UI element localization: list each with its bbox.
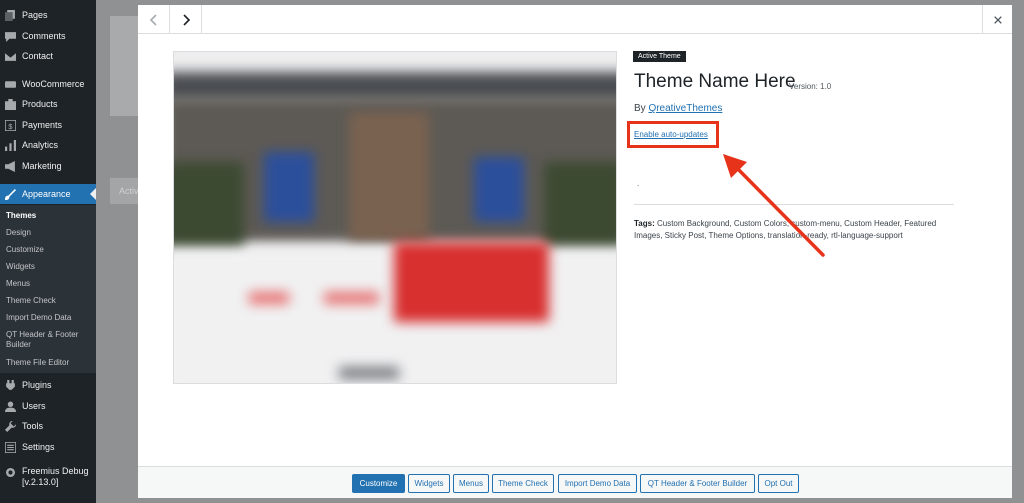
sidebar-item-woocommerce[interactable]: WooCommerce [0, 75, 96, 93]
woocommerce-icon [5, 79, 16, 90]
sidebar-item-label: Freemius Debug [v.2.13.0] [22, 466, 89, 487]
sidebar-item-comments[interactable]: Comments [0, 27, 96, 45]
previous-theme-button[interactable] [138, 5, 170, 34]
modal-header [138, 5, 1012, 34]
settings-icon [5, 441, 16, 453]
submenu-item-theme-check[interactable]: Theme Check [6, 296, 94, 306]
sidebar-item-freemius-debug[interactable]: Freemius Debug [v.2.13.0] [0, 466, 96, 492]
background-theme-card [110, 16, 138, 116]
sidebar-item-users[interactable]: Users [0, 397, 96, 415]
sidebar-item-payments[interactable]: $ Payments [0, 116, 96, 134]
author-link[interactable]: QreativeThemes [648, 103, 722, 114]
sidebar-item-plugins[interactable]: Plugins [0, 376, 96, 394]
admin-sidebar: Pages Comments Contact WooCommerce Produ… [0, 0, 96, 503]
sidebar-item-label: WooCommerce [22, 79, 85, 89]
sidebar-item-pages[interactable]: Pages [0, 6, 96, 24]
close-modal-button[interactable] [982, 5, 1012, 34]
appearance-submenu: Themes Design Customize Widgets Menus Th… [0, 205, 96, 373]
qt-header-footer-builder-button[interactable]: QT Header & Footer Builder [640, 474, 755, 493]
analytics-icon [5, 139, 16, 151]
sidebar-item-settings[interactable]: Settings [0, 438, 96, 456]
svg-text:$: $ [8, 121, 13, 130]
payments-icon: $ [5, 119, 16, 131]
customize-button[interactable]: Customize [352, 474, 405, 493]
sidebar-item-label: Plugins [22, 380, 52, 390]
modal-footer: Customize Widgets Menus Theme Check Impo… [138, 466, 1012, 498]
import-demo-data-button[interactable]: Import Demo Data [558, 474, 637, 493]
submenu-item-import-demo[interactable]: Import Demo Data [6, 313, 94, 323]
chevron-right-icon [182, 13, 190, 26]
theme-description: . [637, 179, 640, 188]
tools-icon [5, 420, 16, 432]
annotation-arrow-icon [723, 154, 825, 257]
theme-version: Version: 1.0 [789, 82, 832, 91]
theme-name-heading: Theme Name Here [634, 71, 796, 92]
sidebar-item-contact[interactable]: Contact [0, 47, 96, 65]
highlight-annotation-box [627, 121, 719, 148]
submenu-item-qt-builder[interactable]: QT Header & Footer Builder [6, 330, 94, 350]
gear-icon [5, 467, 16, 478]
sidebar-item-label: Comments [22, 31, 66, 41]
submenu-item-design[interactable]: Design [6, 228, 94, 238]
author-prefix: By [634, 103, 646, 114]
sidebar-item-label: Pages [22, 10, 48, 20]
chevron-left-icon [149, 13, 157, 26]
sidebar-item-marketing[interactable]: Marketing [0, 157, 96, 175]
sidebar-item-label: Analytics [22, 140, 59, 150]
plugin-icon [5, 379, 16, 391]
close-icon [993, 15, 1002, 24]
users-icon [5, 401, 16, 412]
theme-check-button[interactable]: Theme Check [492, 474, 554, 493]
background-active-label: Activ [119, 186, 139, 196]
submenu-item-widgets[interactable]: Widgets [6, 262, 94, 272]
theme-author: By QreativeThemes [634, 103, 722, 114]
comments-icon [5, 31, 16, 42]
widgets-button[interactable]: Widgets [408, 474, 450, 493]
submenu-item-themes[interactable]: Themes [6, 211, 94, 221]
opt-out-button[interactable]: Opt Out [758, 474, 799, 493]
sidebar-item-label: Users [22, 401, 46, 411]
sidebar-item-label: Tools [22, 421, 44, 431]
sidebar-item-label: Payments [22, 120, 63, 130]
theme-details-modal: Active Theme Theme Name Here Version: 1.… [138, 5, 1012, 498]
theme-screenshot [173, 51, 617, 384]
mail-icon [5, 51, 16, 62]
sidebar-item-label: Appearance [22, 189, 71, 199]
pages-icon [5, 9, 16, 21]
sidebar-item-label: Products [22, 99, 58, 109]
menus-button[interactable]: Menus [453, 474, 489, 493]
tags-label: Tags: [634, 219, 655, 228]
sidebar-item-products[interactable]: Products [0, 95, 96, 113]
active-theme-badge: Active Theme [633, 51, 686, 62]
background-active-bar: Activ [110, 178, 139, 204]
submenu-item-customize[interactable]: Customize [6, 245, 94, 255]
sidebar-item-appearance[interactable]: Appearance [0, 184, 96, 204]
sidebar-item-analytics[interactable]: Analytics [0, 136, 96, 154]
sidebar-item-label: Settings [22, 442, 55, 452]
sidebar-item-label: Marketing [22, 161, 62, 171]
megaphone-icon [5, 160, 16, 172]
next-theme-button[interactable] [170, 5, 202, 34]
submenu-item-theme-editor[interactable]: Theme File Editor [6, 358, 94, 368]
submenu-item-menus[interactable]: Menus [6, 279, 94, 289]
sidebar-item-label: Contact [22, 51, 54, 61]
sidebar-item-tools[interactable]: Tools [0, 417, 96, 435]
products-icon [5, 98, 16, 110]
brush-icon [5, 188, 16, 200]
